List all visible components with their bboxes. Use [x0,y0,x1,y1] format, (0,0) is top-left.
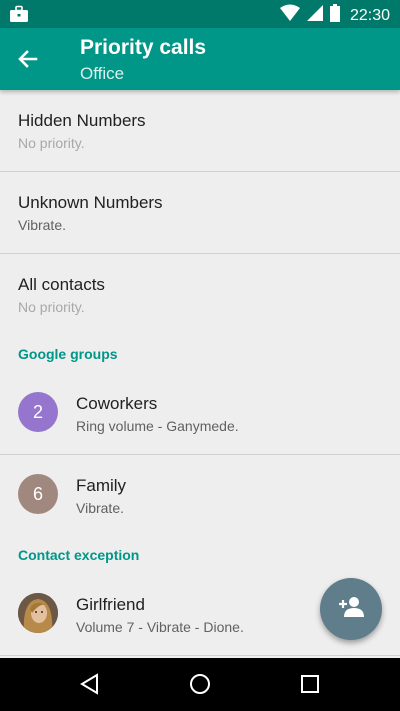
add-contact-button[interactable] [320,578,382,640]
list-item-title: Coworkers [76,394,158,413]
page-title: Priority calls [80,36,207,59]
list-item-summary: Ring volume - Ganymede. [76,418,239,434]
list-item-hidden-numbers[interactable]: Hidden Numbers No priority. [0,90,400,172]
person-add-icon [337,595,365,624]
list-item-title: Family [76,476,127,495]
signal-icon [306,4,324,27]
list-item-summary: Volume 7 - Vibrate - Dione. [76,619,244,635]
home-circle-icon[interactable] [188,672,212,696]
priority-list: Hidden Numbers No priority. Unknown Numb… [0,90,400,658]
list-item-title: Girlfriend [76,595,145,614]
status-time: 22:30 [349,6,390,24]
list-item-title: Unknown Numbers [18,193,163,212]
page-subtitle: Office [80,64,125,83]
list-item-summary: Vibrate. [18,217,66,233]
avatar: 6 [18,474,58,514]
recents-square-icon[interactable] [298,672,322,696]
list-item-coworkers[interactable]: 2 Coworkers Ring volume - Ganymede. [0,373,400,455]
list-item-summary: Vibrate. [76,500,124,516]
back-triangle-icon[interactable] [78,672,102,696]
list-item-unknown-numbers[interactable]: Unknown Numbers Vibrate. [0,172,400,254]
battery-icon [329,4,340,27]
list-item-all-contacts[interactable]: All contacts No priority. [0,254,400,335]
wifi-icon [279,4,300,27]
contact-photo [18,593,58,633]
app-bar: Priority calls Office [0,28,400,90]
avatar: 2 [18,392,58,432]
status-bar: 22:30 [0,0,400,28]
list-item-title: Hidden Numbers [18,111,146,130]
list-item-family[interactable]: 6 Family Vibrate. [0,455,400,536]
briefcase-icon [9,5,29,28]
arrow-back-icon[interactable] [14,45,42,73]
section-header-contact-exception: Contact exception [18,547,140,563]
list-item-summary: No priority. [18,135,85,151]
list-item-title: All contacts [18,275,105,294]
section-header-google-groups: Google groups [18,346,118,362]
navigation-bar [0,658,400,711]
list-item-summary: No priority. [18,299,85,315]
